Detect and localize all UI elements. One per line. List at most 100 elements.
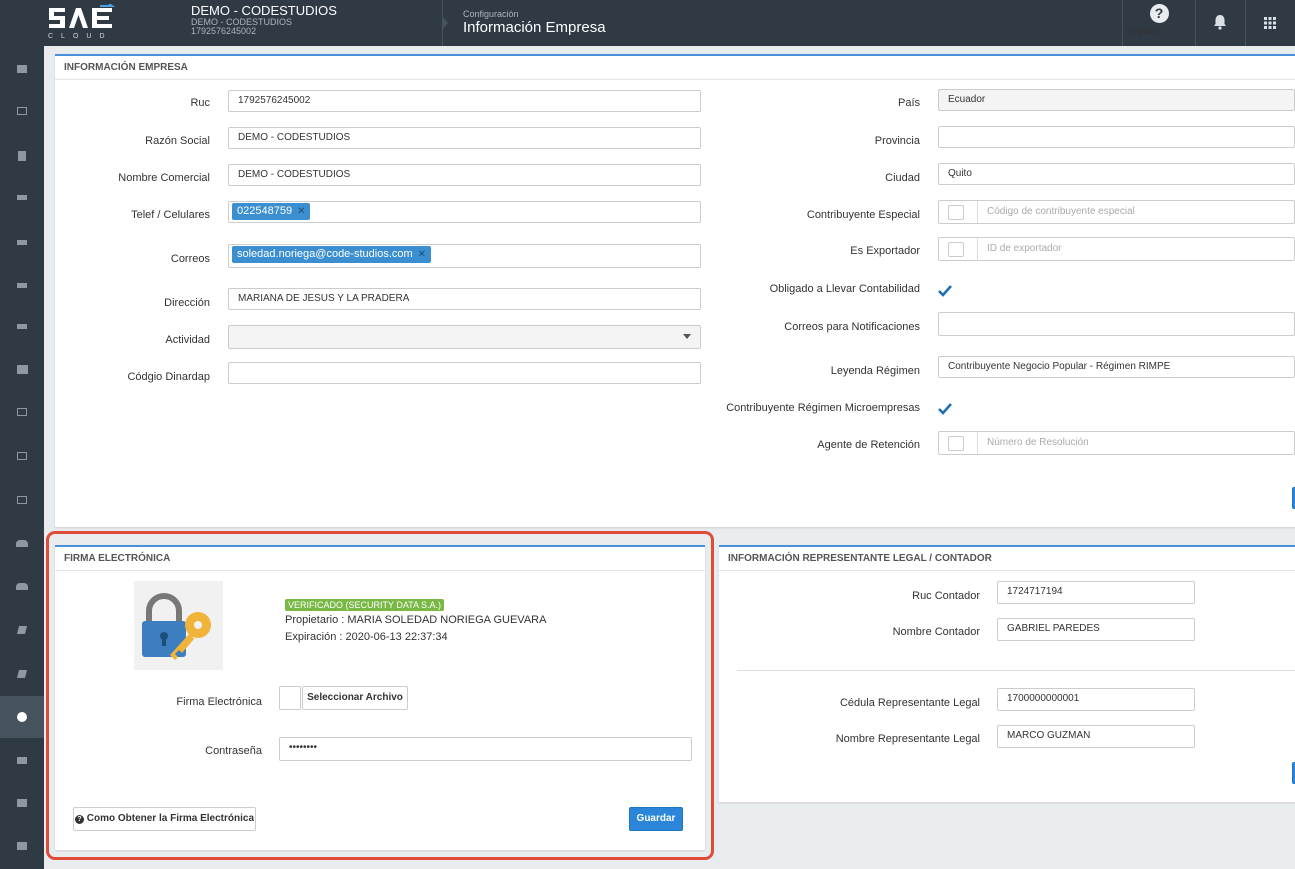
help-firma-label: Como Obtener la Firma Electrónica <box>86 813 255 824</box>
logo-subtitle: CLOUD <box>48 33 113 40</box>
company-ruc: 1792576245002 <box>191 26 257 37</box>
contribuyente-especial-group: Código de contribuyente especial <box>938 200 1295 224</box>
password-label: Contraseña <box>205 745 262 757</box>
correos-tag[interactable]: soledad.noriega@code-studios.com ✕ <box>232 246 432 263</box>
sidebar-item-users-1[interactable] <box>0 522 44 564</box>
cedula-representante-input[interactable]: 1700000000001 <box>997 688 1195 711</box>
razon-social-label: Razón Social <box>145 135 210 147</box>
sidebar-item-folder-1[interactable] <box>0 782 44 824</box>
sidebar-item-id[interactable] <box>0 90 44 132</box>
topbar-separator <box>1122 0 1123 46</box>
telef-label: Telef / Celulares <box>131 209 210 221</box>
leyenda-regimen-input[interactable]: Contribuyente Negocio Popular - Régimen … <box>938 356 1295 378</box>
graduation-cap-icon <box>17 282 27 288</box>
exportador-group: ID de exportador <box>938 237 1295 261</box>
sidebar-item-configuracion[interactable] <box>0 696 44 738</box>
save-firma-button[interactable]: Guardar <box>629 807 683 831</box>
firma-file-checkbox[interactable] <box>279 686 301 710</box>
dinardap-input[interactable] <box>228 362 701 384</box>
certificate-expiry: Expiración : 2020-06-13 22:37:34 <box>285 631 448 643</box>
sidebar-item-book-1[interactable] <box>0 609 44 651</box>
briefcase-icon <box>17 65 27 73</box>
sidebar-item-cap-1[interactable] <box>0 176 44 218</box>
exportador-label: Es Exportador <box>850 245 920 257</box>
input-divider <box>977 432 978 454</box>
sidebar-item-building[interactable] <box>0 135 44 177</box>
pais-input[interactable]: Ecuador <box>938 89 1295 111</box>
telef-tag-label: 022548759 <box>237 205 293 217</box>
sidebar-item-cap-4[interactable] <box>0 305 44 347</box>
correos-notificaciones-input[interactable] <box>938 312 1295 336</box>
sidebar-item-folder-open-2[interactable] <box>0 435 44 477</box>
support-label: Soporte <box>1124 25 1163 37</box>
id-card-icon <box>17 496 27 504</box>
folder-icon <box>17 799 27 807</box>
contribuyente-especial-input[interactable]: Código de contribuyente especial <box>987 201 1135 223</box>
nombre-contador-label: Nombre Contador <box>892 626 980 638</box>
select-file-button[interactable]: Seleccionar Archivo <box>302 686 408 710</box>
sidebar-item-folder-2[interactable] <box>0 825 44 867</box>
telef-tags-input[interactable]: 022548759 ✕ <box>228 201 701 223</box>
correos-tag-label: soledad.noriega@code-studios.com <box>237 248 413 260</box>
company-selector[interactable]: DEMO - CODESTUDIOS DEMO - CODESTUDIOS 17… <box>191 4 337 37</box>
sidebar-item-cart[interactable] <box>0 739 44 781</box>
remove-tag-icon[interactable]: ✕ <box>418 249 426 260</box>
input-divider <box>977 201 978 223</box>
sidebar-item-folder-open-1[interactable] <box>0 391 44 433</box>
nombre-representante-label: Nombre Representante Legal <box>835 733 980 745</box>
breadcrumb-caret-icon <box>443 17 448 29</box>
support-button[interactable]: ? Soporte <box>1124 4 1194 37</box>
book-icon <box>16 670 28 678</box>
provincia-input[interactable] <box>938 126 1295 148</box>
microempresas-checkbox[interactable] <box>937 402 953 416</box>
graduation-cap-icon <box>17 323 27 329</box>
sidebar-item-cap-2[interactable] <box>0 221 44 263</box>
firma-file-label: Firma Electrónica <box>176 696 262 708</box>
sidebar-item-cap-3[interactable] <box>0 264 44 306</box>
cedula-representante-label: Cédula Representante Legal <box>839 697 980 709</box>
section-divider <box>737 670 1295 671</box>
sidebar-item-bank[interactable] <box>0 348 44 390</box>
nombre-comercial-input[interactable]: DEMO - CODESTUDIOS <box>228 164 701 186</box>
bank-icon <box>16 364 28 374</box>
ciudad-label: Ciudad <box>885 172 920 184</box>
verified-badge: VERIFICADO (SECURITY DATA S.A.) <box>285 599 445 611</box>
agente-retencion-checkbox[interactable] <box>948 436 964 451</box>
ruc-contador-label: Ruc Contador <box>912 590 980 602</box>
grid-apps-icon[interactable] <box>1262 15 1278 31</box>
sidebar-item-book-2[interactable] <box>0 653 44 695</box>
microempresas-label: Contribuyente Régimen Microempresas <box>726 402 920 414</box>
exportador-checkbox[interactable] <box>948 242 964 257</box>
obligado-contabilidad-checkbox[interactable] <box>937 284 953 298</box>
sidebar-item-empresa[interactable] <box>0 48 44 90</box>
help-firma-button[interactable]: ? Como Obtener la Firma Electrónica <box>73 807 256 831</box>
razon-social-input[interactable]: DEMO - CODESTUDIOS <box>228 127 701 149</box>
correos-tags-input[interactable]: soledad.noriega@code-studios.com ✕ <box>228 244 701 268</box>
building-icon <box>18 151 26 161</box>
ciudad-input[interactable]: Quito <box>938 163 1295 185</box>
bell-icon[interactable] <box>1208 12 1232 32</box>
numero-resolucion-input[interactable]: Número de Resolución <box>987 432 1089 454</box>
remove-tag-icon[interactable]: ✕ <box>297 206 305 217</box>
topbar-separator <box>1245 0 1246 46</box>
sidebar-item-users-2[interactable] <box>0 565 44 607</box>
telef-tag[interactable]: 022548759 ✕ <box>232 203 311 220</box>
correos-label: Correos <box>170 253 210 265</box>
nombre-representante-input[interactable]: MARCO GUZMAN <box>997 725 1195 748</box>
contribuyente-especial-checkbox[interactable] <box>948 205 964 220</box>
folder-open-icon <box>17 408 27 416</box>
ruc-contador-input[interactable]: 1724717194 <box>997 581 1195 604</box>
users-icon <box>16 582 28 590</box>
exportador-input[interactable]: ID de exportador <box>987 238 1062 260</box>
nombre-contador-input[interactable]: GABRIEL PAREDES <box>997 618 1195 641</box>
direccion-input[interactable]: MARIANA DE JESUS Y LA PRADERA <box>228 288 701 310</box>
password-input[interactable]: •••••••• <box>279 737 692 761</box>
sidebar-item-id-2[interactable] <box>0 479 44 521</box>
company-name: DEMO - CODESTUDIOS <box>191 3 337 18</box>
actividad-select[interactable] <box>228 325 701 349</box>
sidebar <box>0 46 44 869</box>
breadcrumb-parent[interactable]: Configuración <box>463 9 606 19</box>
agente-retencion-group: Número de Resolución <box>938 431 1295 455</box>
ruc-input[interactable]: 1792576245002 <box>228 90 701 112</box>
chevron-down-icon <box>683 334 691 339</box>
